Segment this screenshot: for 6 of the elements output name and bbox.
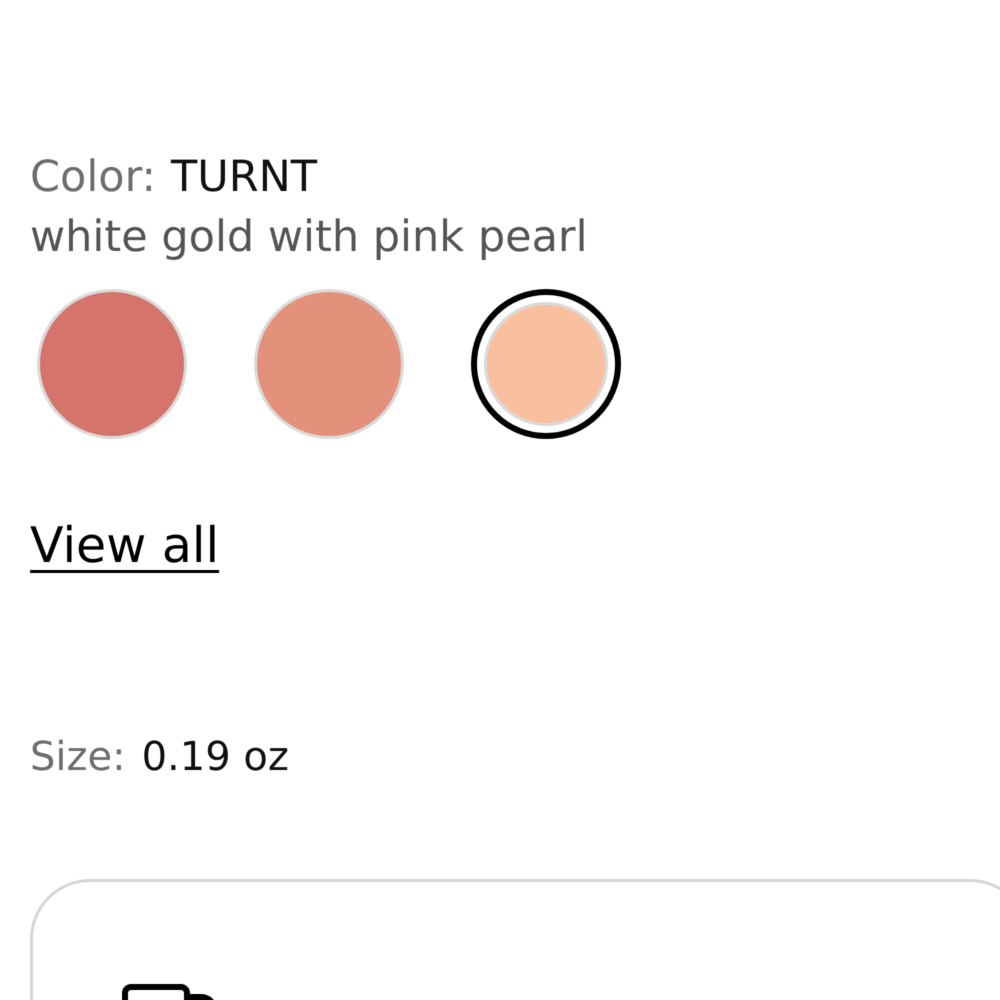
- color-name: TURNT: [171, 151, 318, 204]
- view-all-link[interactable]: View all: [30, 517, 220, 574]
- color-description: white gold with pink pearl: [30, 211, 588, 264]
- size-label: Size:: [30, 733, 126, 782]
- color-label: Color:: [30, 151, 156, 204]
- size-value: 0.19 oz: [142, 733, 289, 782]
